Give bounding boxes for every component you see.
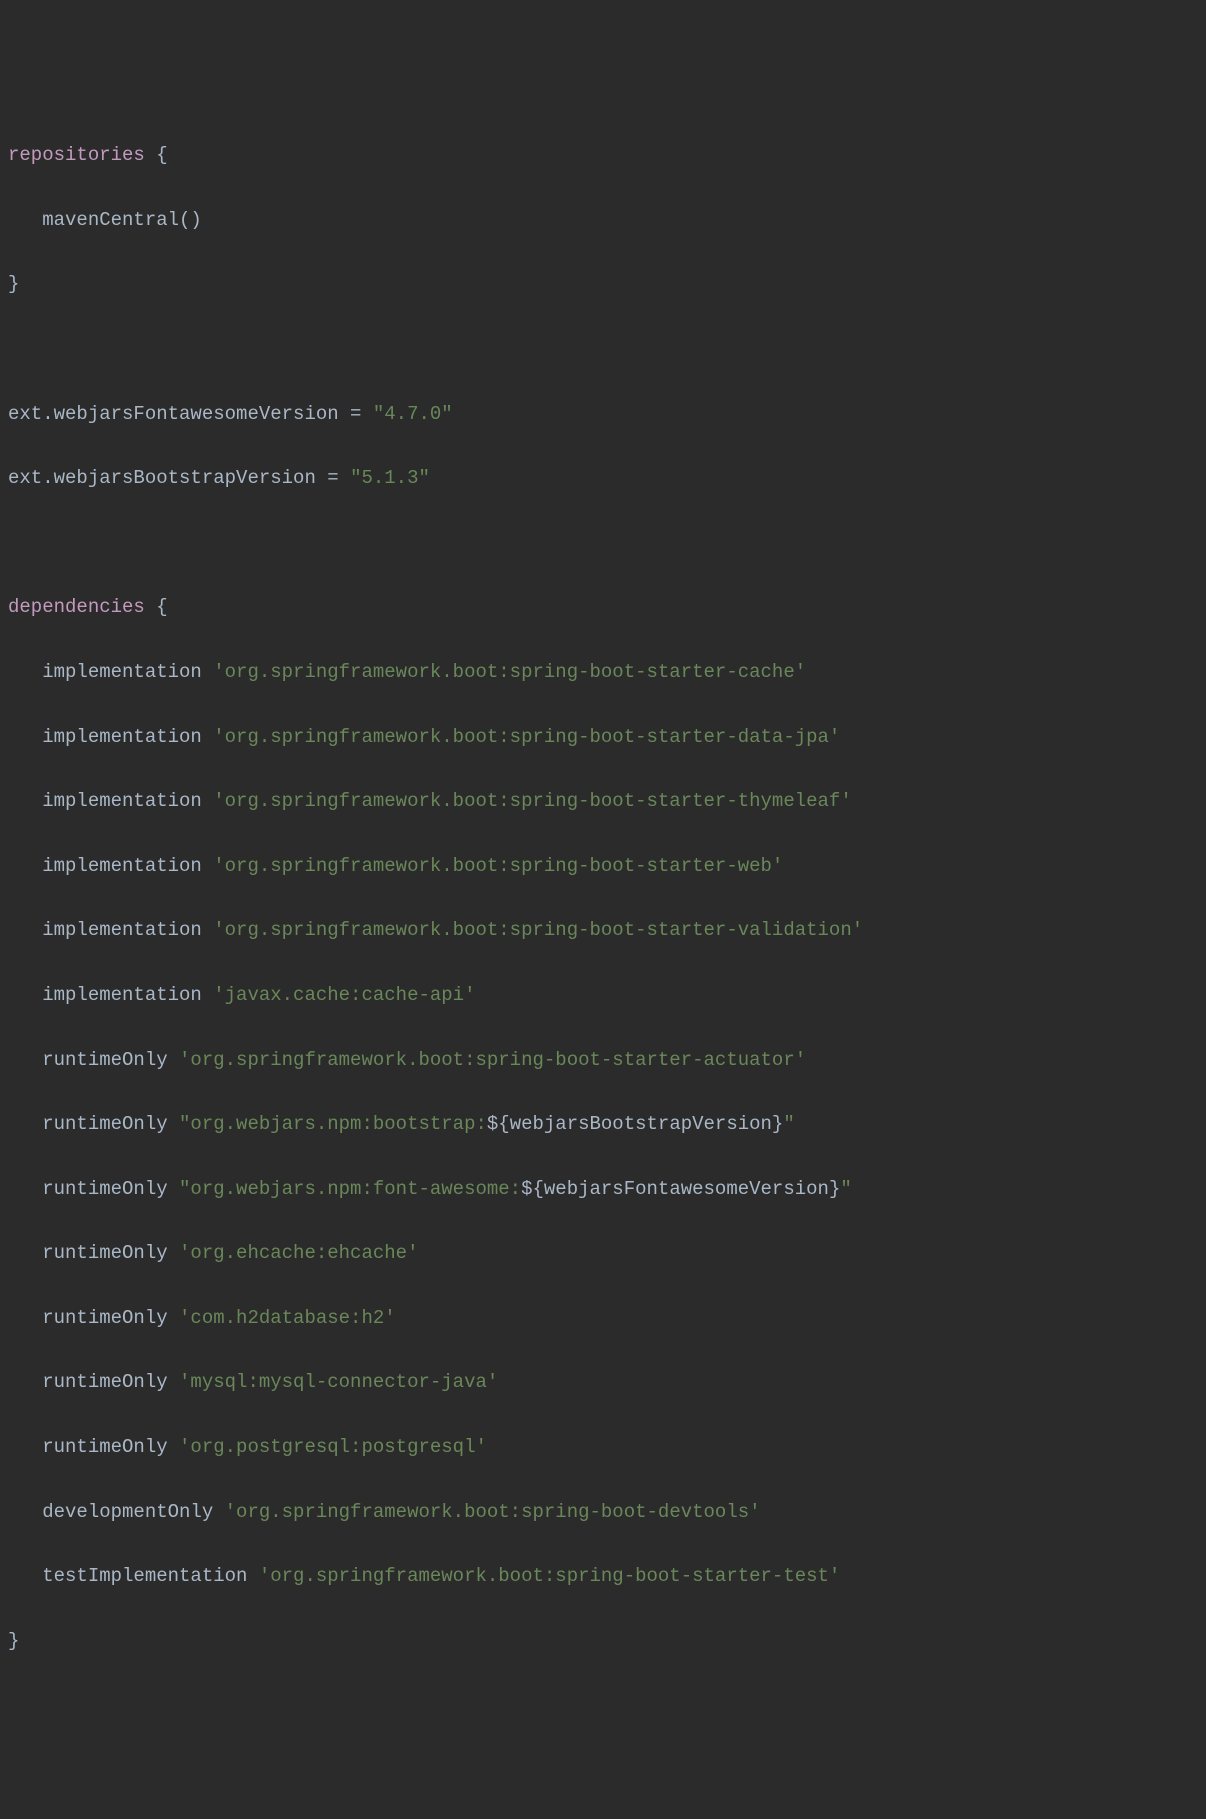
string-literal: "org.webjars.npm:bootstrap: <box>179 1113 487 1135</box>
code-line[interactable]: runtimeOnly 'org.postgresql:postgresql' <box>8 1431 1206 1463</box>
code-line[interactable]: } <box>8 268 1206 300</box>
code-line[interactable]: ext.webjarsBootstrapVersion = "5.1.3" <box>8 462 1206 494</box>
code-line[interactable]: implementation 'org.springframework.boot… <box>8 850 1206 882</box>
string-literal: "4.7.0" <box>373 403 453 425</box>
code-line[interactable]: runtimeOnly "org.webjars.npm:bootstrap:$… <box>8 1108 1206 1140</box>
keyword-repositories: repositories <box>8 144 145 166</box>
code-line[interactable]: implementation 'org.springframework.boot… <box>8 721 1206 753</box>
code-line-blank[interactable] <box>8 527 1206 559</box>
string-interpolation: ${webjarsFontawesomeVersion} <box>521 1178 840 1200</box>
code-line[interactable]: implementation 'javax.cache:cache-api' <box>8 979 1206 1011</box>
code-line[interactable]: dependencies { <box>8 591 1206 623</box>
code-line[interactable]: mavenCentral() <box>8 204 1206 236</box>
keyword-dependencies: dependencies <box>8 596 145 618</box>
code-line[interactable]: ext.webjarsFontawesomeVersion = "4.7.0" <box>8 398 1206 430</box>
code-line[interactable]: runtimeOnly 'mysql:mysql-connector-java' <box>8 1366 1206 1398</box>
code-line[interactable]: developmentOnly 'org.springframework.boo… <box>8 1496 1206 1528</box>
string-literal: 'org.springframework.boot:spring-boot-st… <box>213 855 783 877</box>
code-line-blank[interactable] <box>8 333 1206 365</box>
string-literal: 'org.springframework.boot:spring-boot-st… <box>179 1049 806 1071</box>
string-literal: 'org.springframework.boot:spring-boot-st… <box>213 661 806 683</box>
string-literal: "5.1.3" <box>350 467 430 489</box>
string-literal: 'org.ehcache:ehcache' <box>179 1242 418 1264</box>
string-literal: 'mysql:mysql-connector-java' <box>179 1371 498 1393</box>
code-line[interactable]: } <box>8 1625 1206 1657</box>
string-literal: 'org.springframework.boot:spring-boot-st… <box>259 1565 841 1587</box>
string-literal: 'com.h2database:h2' <box>179 1307 396 1329</box>
code-line[interactable]: implementation 'org.springframework.boot… <box>8 656 1206 688</box>
code-line[interactable]: runtimeOnly 'org.springframework.boot:sp… <box>8 1044 1206 1076</box>
string-interpolation: ${webjarsBootstrapVersion} <box>487 1113 783 1135</box>
code-editor[interactable]: repositories { mavenCentral() } ext.webj… <box>8 139 1206 1657</box>
code-line[interactable]: runtimeOnly 'org.ehcache:ehcache' <box>8 1237 1206 1269</box>
code-line[interactable]: runtimeOnly "org.webjars.npm:font-awesom… <box>8 1173 1206 1205</box>
code-line[interactable]: implementation 'org.springframework.boot… <box>8 914 1206 946</box>
string-literal: 'org.springframework.boot:spring-boot-st… <box>213 726 840 748</box>
string-literal: "org.webjars.npm:font-awesome: <box>179 1178 521 1200</box>
string-literal: 'javax.cache:cache-api' <box>213 984 475 1006</box>
string-literal: 'org.springframework.boot:spring-boot-st… <box>213 790 852 812</box>
string-literal: 'org.springframework.boot:spring-boot-de… <box>225 1501 761 1523</box>
code-line[interactable]: testImplementation 'org.springframework.… <box>8 1560 1206 1592</box>
code-line[interactable]: runtimeOnly 'com.h2database:h2' <box>8 1302 1206 1334</box>
code-line[interactable]: implementation 'org.springframework.boot… <box>8 785 1206 817</box>
string-literal: 'org.springframework.boot:spring-boot-st… <box>213 919 863 941</box>
string-literal: 'org.postgresql:postgresql' <box>179 1436 487 1458</box>
code-line[interactable]: repositories { <box>8 139 1206 171</box>
